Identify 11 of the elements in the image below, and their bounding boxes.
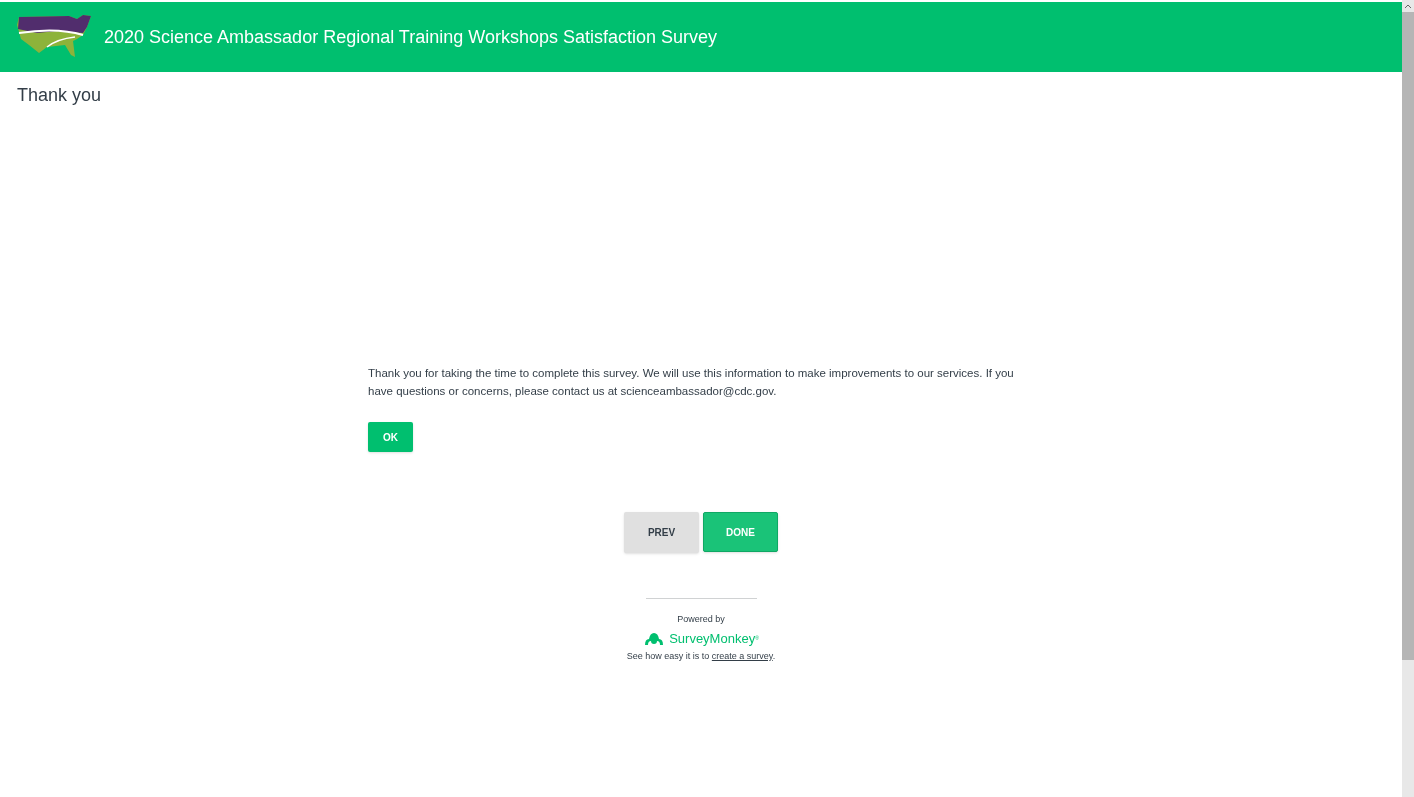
thank-you-message: Thank you for taking the time to complete this survey. We will use this information to make improvements to our services. If you have questions or concerns, please contact us at scienceambassador@cdc.gov. xyxy=(368,366,1015,399)
prev-button[interactable]: PREV xyxy=(624,512,699,553)
survey-title: 2020 Science Ambassador Regional Training Workshops Satisfaction Survey xyxy=(104,25,717,49)
scrollbar[interactable] xyxy=(1402,0,1414,797)
page-title: Thank you xyxy=(17,84,102,106)
scroll-thumb[interactable] xyxy=(1402,12,1414,660)
powered-by-text: Powered by xyxy=(677,613,725,626)
monkey-logo-icon xyxy=(643,630,666,647)
create-survey-text: See how easy it is to create a survey. xyxy=(626,650,776,663)
create-survey-link[interactable]: create a survey xyxy=(711,651,773,661)
brand-name: SurveyMonkey$^{®}$ xyxy=(669,629,759,648)
